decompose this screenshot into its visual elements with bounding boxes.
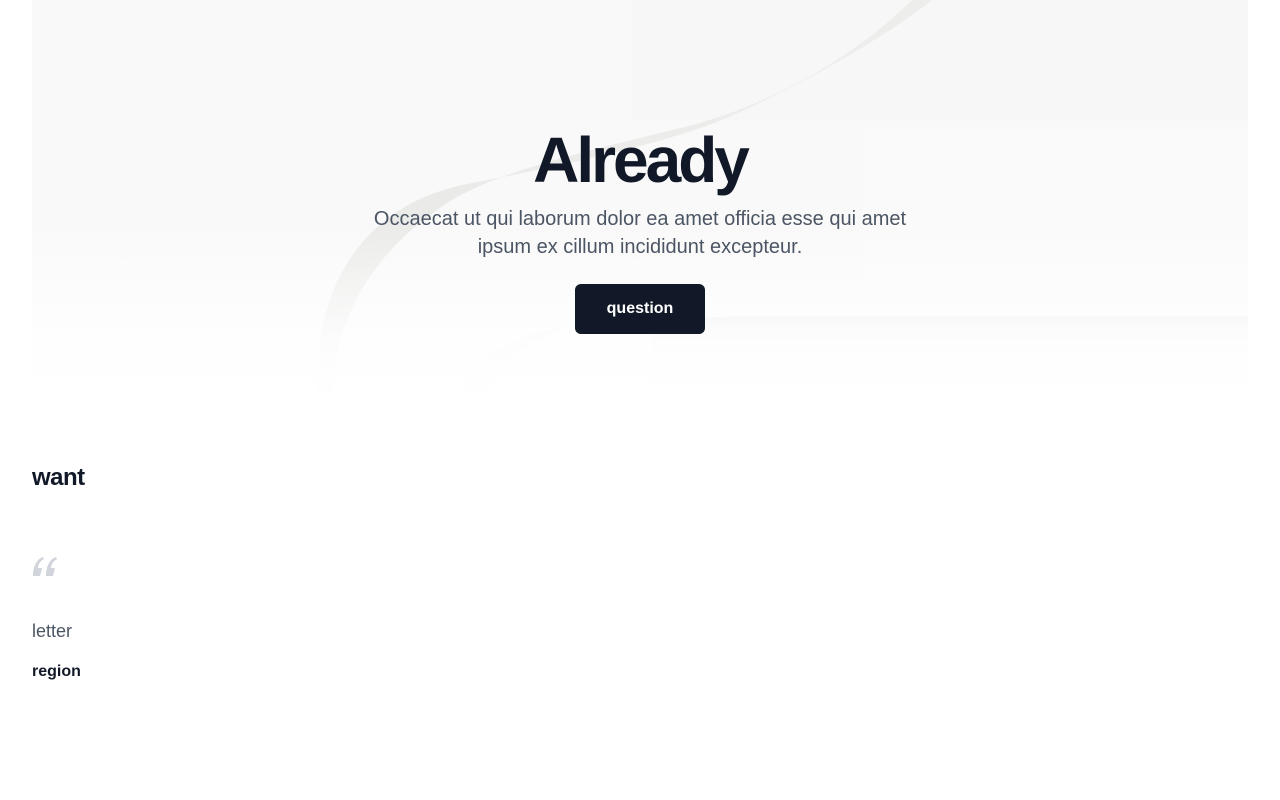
testimonial-section-title: want [32,464,85,491]
testimonial-quote: letter [32,621,73,641]
testimonial-author: region [32,663,81,680]
page: Already Occaecat ut qui laborum dolor ea… [0,0,1280,800]
hero-section: Already Occaecat ut qui laborum dolor ea… [32,0,1248,402]
quote-icon [33,557,57,576]
hero-subtitle: Occaecat ut qui laborum dolor ea amet of… [373,208,907,258]
hero-content: Already Occaecat ut qui laborum dolor ea… [32,0,1248,402]
hero-title: Already [533,124,750,196]
hero-cta-button[interactable]: question [575,284,705,334]
